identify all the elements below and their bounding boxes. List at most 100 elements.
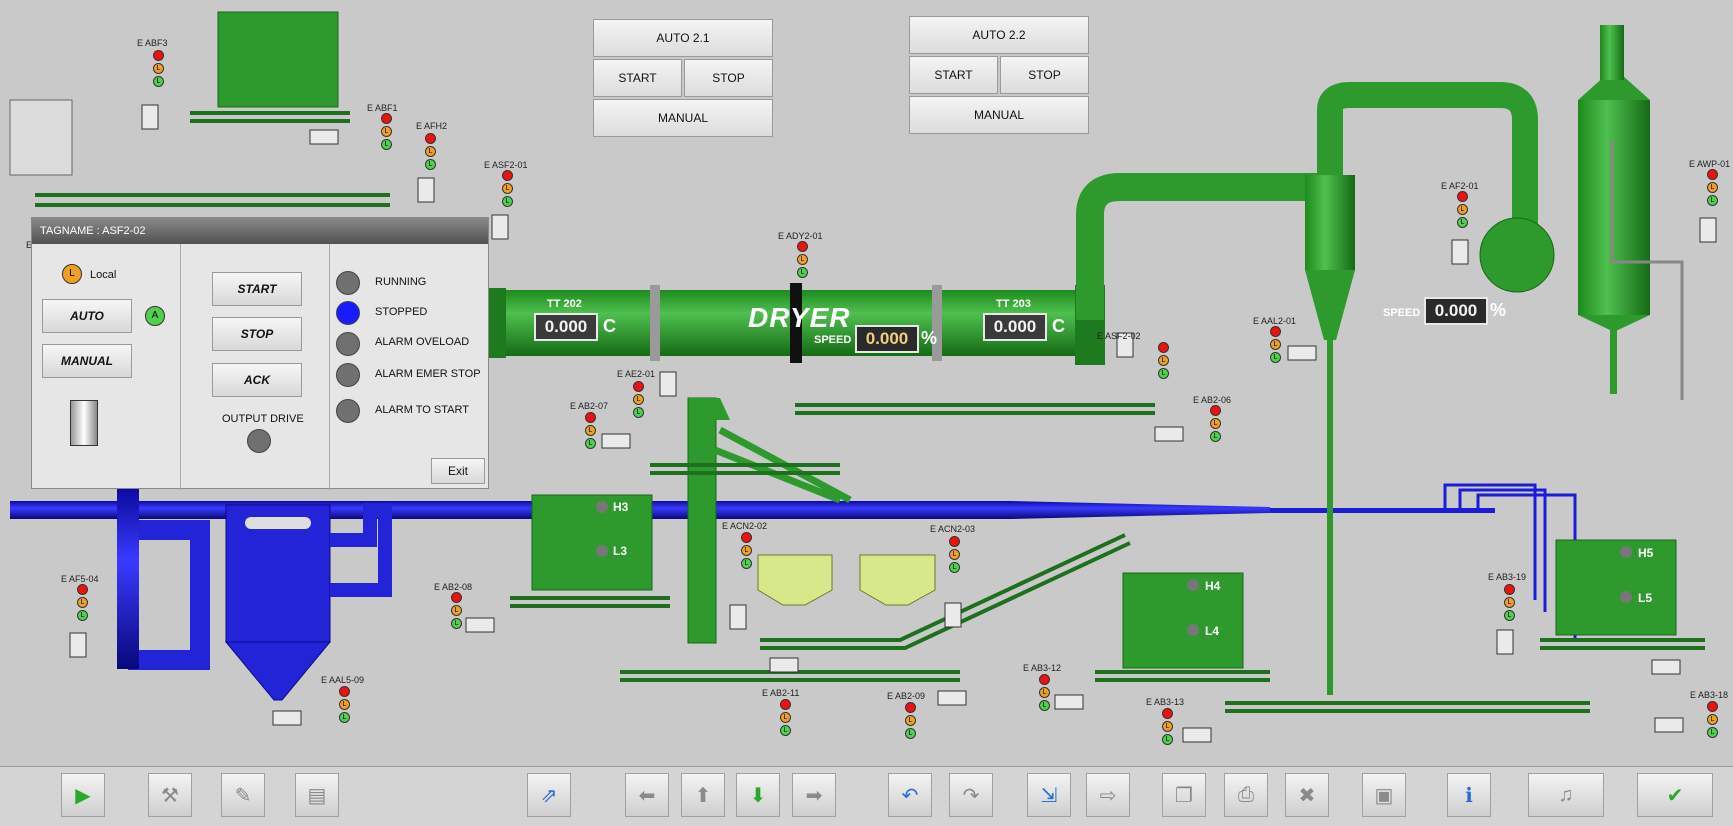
sound-icon: ♫ xyxy=(1558,783,1574,806)
forward-icon: ⇨ xyxy=(1099,784,1117,807)
tag-abf1-fault-lamp xyxy=(381,113,392,124)
auto-2-1-stop-button[interactable]: STOP xyxy=(684,59,773,97)
redo-icon: ↷ xyxy=(962,784,980,807)
faceplate-start-button[interactable]: START xyxy=(212,272,302,306)
arrow-right-icon: ➡ xyxy=(805,784,823,807)
stack-bottom-cone xyxy=(1578,315,1650,330)
sound-button[interactable]: ♫ xyxy=(1528,773,1604,817)
bin-h3-level-low xyxy=(596,545,608,557)
tag-asf202-local-lamp: L xyxy=(1158,355,1169,366)
tt202-unit: C xyxy=(603,316,616,336)
tag-ab208-fault-lamp xyxy=(451,592,462,603)
faceplate-stop-button[interactable]: STOP xyxy=(212,317,302,351)
tag-ab211-fault-lamp xyxy=(780,699,791,710)
undo-icon: ↶ xyxy=(901,784,919,807)
tt202-value: 0.000 xyxy=(534,313,598,341)
tag-ab318-fault-lamp xyxy=(1707,701,1718,712)
report-list-button[interactable]: ▤ xyxy=(295,773,339,817)
forward-button[interactable]: ⇨ xyxy=(1086,773,1130,817)
tag-ady201-local-lamp: L xyxy=(797,254,808,265)
faceplate-auto-button[interactable]: AUTO xyxy=(42,299,132,333)
blue-duct-taper xyxy=(1010,501,1270,519)
bin-h5-level-low xyxy=(1620,591,1632,603)
green-duct-cyclone xyxy=(1076,173,1320,320)
tag-ady201-run-lamp: L xyxy=(797,267,808,278)
tag-asf202[interactable]: E ASF2-02 xyxy=(1097,331,1141,341)
tag-af201[interactable]: E AF2-01 xyxy=(1441,181,1479,191)
acknowledge-all-icon: ✔ xyxy=(1666,784,1684,807)
arrow-left-button[interactable]: ⬅ xyxy=(625,773,669,817)
tag-ab318-local-lamp: L xyxy=(1707,714,1718,725)
tag-ady201[interactable]: E ADY2-01 xyxy=(778,231,823,241)
import-screen-button[interactable]: ⇲ xyxy=(1027,773,1071,817)
tag-abf3[interactable]: E ABF3 xyxy=(137,38,168,48)
tag-ab207[interactable]: E AB2-07 xyxy=(570,401,608,411)
tag-ab313-local-lamp: L xyxy=(1162,721,1173,732)
arrow-up-icon: ⬆ xyxy=(694,784,712,807)
tag-afh2[interactable]: E AFH2 xyxy=(416,121,447,131)
running-label: RUNNING xyxy=(375,276,427,288)
fan-speed-unit: % xyxy=(1490,300,1507,320)
blue-duct xyxy=(10,501,1010,519)
copy-button[interactable]: ❐ xyxy=(1162,773,1206,817)
tag-afh2-local-lamp: L xyxy=(425,146,436,157)
tag-awp01[interactable]: E AWP-01 xyxy=(1689,159,1730,169)
tag-af504-run-lamp: L xyxy=(77,610,88,621)
play-button[interactable]: ▶ xyxy=(61,773,105,817)
tag-asf201[interactable]: E ASF2-01 xyxy=(484,160,528,170)
faceplate-ack-button[interactable]: ACK xyxy=(212,363,302,397)
green-duct-top xyxy=(1317,82,1538,240)
print-button[interactable]: ⎙ xyxy=(1224,773,1268,817)
tag-ab211[interactable]: E AB2-11 xyxy=(762,688,799,698)
dryer-label: DRYER xyxy=(748,302,851,333)
tag-ab207-local-lamp: L xyxy=(585,425,596,436)
auto-2-2-stop-button[interactable]: STOP xyxy=(1000,56,1089,94)
tag-awp01-run-lamp: L xyxy=(1707,195,1718,206)
cyclone-cone xyxy=(1305,270,1355,340)
alarm-to-start-label: ALARM TO START xyxy=(375,404,469,416)
tag-abf1[interactable]: E ABF1 xyxy=(367,103,398,113)
tag-ab312[interactable]: E AB3-12 xyxy=(1023,663,1061,673)
faceplate-exit-button[interactable]: Exit xyxy=(431,458,485,484)
arrow-down-button[interactable]: ⬇ xyxy=(736,773,780,817)
tag-ab313[interactable]: E AB3-13 xyxy=(1146,697,1184,707)
tag-acn202[interactable]: E ACN2-02 xyxy=(722,521,767,531)
tag-ab209[interactable]: E AB2-09 xyxy=(887,691,925,701)
faceplate-manual-button[interactable]: MANUAL xyxy=(42,344,132,378)
delete-button[interactable]: ✖ xyxy=(1285,773,1329,817)
auto-2-1-manual-button[interactable]: MANUAL xyxy=(593,99,773,137)
conditioner-2 xyxy=(859,554,936,606)
tag-asf201-fault-lamp xyxy=(502,170,513,181)
bin-h5-level-high xyxy=(1620,546,1632,558)
tt203-unit: C xyxy=(1052,316,1065,336)
undo-button[interactable]: ↶ xyxy=(888,773,932,817)
tag-af504-fault-lamp xyxy=(77,584,88,595)
tag-ab319-local-lamp: L xyxy=(1504,597,1515,608)
monitor-button[interactable]: ▣ xyxy=(1362,773,1406,817)
arrow-right-button[interactable]: ➡ xyxy=(792,773,836,817)
redo-button[interactable]: ↷ xyxy=(949,773,993,817)
tools-button[interactable]: ⚒ xyxy=(148,773,192,817)
tag-ab207-fault-lamp xyxy=(585,412,596,423)
tag-ab319[interactable]: E AB3-19 xyxy=(1488,572,1526,582)
export-screen-button[interactable]: ⇗ xyxy=(527,773,571,817)
tag-aal201[interactable]: E AAL2-01 xyxy=(1253,316,1296,326)
auto-2-1-start-button[interactable]: START xyxy=(593,59,682,97)
tag-ab318[interactable]: E AB3-18 xyxy=(1690,690,1728,700)
tag-af504[interactable]: E AF5-04 xyxy=(61,574,99,584)
new-report-button[interactable]: ✎ xyxy=(221,773,265,817)
tag-acn203[interactable]: E ACN2-03 xyxy=(930,524,975,534)
tag-aal509[interactable]: E AAL5-09 xyxy=(321,675,364,685)
output-drive-indicator xyxy=(247,429,271,453)
auto-2-2-start-button[interactable]: START xyxy=(909,56,998,94)
auto-2-2-manual-button[interactable]: MANUAL xyxy=(909,96,1089,134)
info-button[interactable]: ℹ xyxy=(1447,773,1491,817)
tag-ab206[interactable]: E AB2-06 xyxy=(1193,395,1231,405)
tag-ab208[interactable]: E AB2-08 xyxy=(434,582,472,592)
dryer-ring-1 xyxy=(650,285,660,361)
acknowledge-all-button[interactable]: ✔ xyxy=(1637,773,1713,817)
tag-ae201[interactable]: E AE2-01 xyxy=(617,369,655,379)
arrow-up-button[interactable]: ⬆ xyxy=(681,773,725,817)
tag-ady201-fault-lamp xyxy=(797,241,808,252)
bin-l5-label: L5 xyxy=(1638,591,1653,605)
